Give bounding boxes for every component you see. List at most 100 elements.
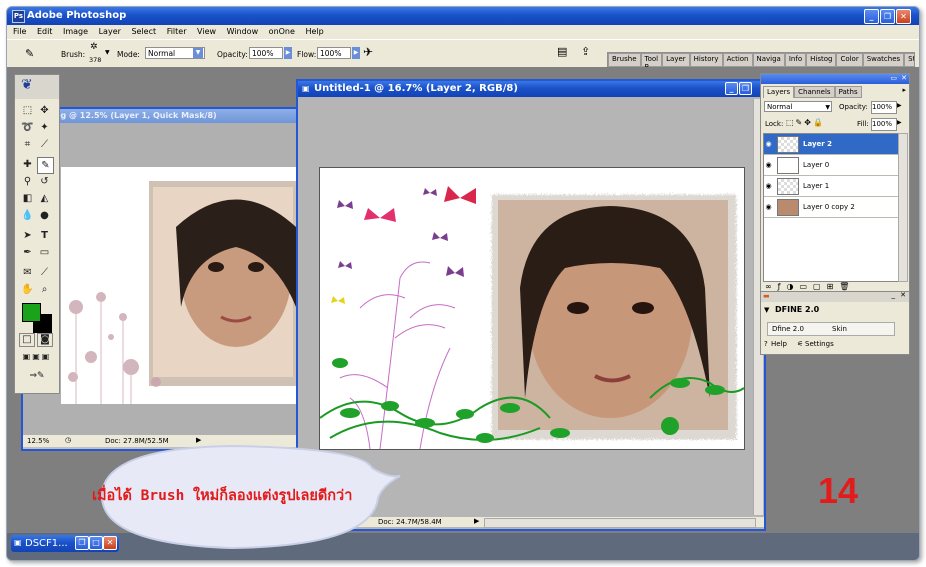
layer-row[interactable]: ◉ Layer 2 bbox=[764, 134, 898, 155]
standard-mode-icon[interactable]: □ bbox=[19, 333, 35, 347]
menu-file[interactable]: File bbox=[13, 27, 26, 36]
opacity-slider-arrow-icon[interactable]: ▶ bbox=[284, 47, 292, 59]
layers-panel-title-bar[interactable]: ▭ ✕ bbox=[761, 74, 909, 84]
status-menu-icon[interactable]: ◷ bbox=[65, 436, 71, 444]
layers-scrollbar[interactable] bbox=[898, 133, 908, 282]
eye-icon[interactable]: ◉ bbox=[764, 203, 773, 211]
notes-tool-icon[interactable]: ✉ bbox=[20, 265, 35, 280]
document-back-zoom[interactable]: 12.5% bbox=[27, 437, 49, 445]
menu-help[interactable]: Help bbox=[305, 27, 323, 36]
document-front-title-bar[interactable]: ▣ Untitled-1 @ 16.7% (Layer 2, RGB/8) _ … bbox=[298, 81, 764, 97]
close-button[interactable]: ✕ bbox=[896, 9, 911, 24]
brush-tool-icon[interactable]: ✎ bbox=[25, 47, 34, 60]
marquee-tool-icon[interactable]: ⬚ bbox=[20, 103, 35, 118]
lasso-tool-icon[interactable]: ➰ bbox=[20, 120, 35, 135]
fill-arrow-icon[interactable]: ▶ bbox=[897, 119, 902, 126]
eyedropper-tool-icon[interactable]: ⟋ bbox=[37, 265, 52, 280]
dfine-settings-link[interactable]: Settings bbox=[805, 340, 834, 348]
menu-filter[interactable]: Filter bbox=[167, 27, 187, 36]
crop-tool-icon[interactable]: ⌗ bbox=[20, 137, 35, 152]
dfine-title-bar[interactable]: ▬ _ ✕ bbox=[761, 291, 909, 302]
flow-input[interactable]: 100% bbox=[317, 47, 351, 59]
zoom-tool-icon[interactable]: ⌕ bbox=[37, 282, 52, 297]
menu-window[interactable]: Window bbox=[227, 27, 259, 36]
document-restore-button[interactable]: ❐ bbox=[739, 82, 752, 95]
eye-icon[interactable]: ◉ bbox=[764, 161, 773, 169]
eye-icon[interactable]: ◉ bbox=[764, 140, 773, 148]
document-minimize-button[interactable]: _ bbox=[725, 82, 738, 95]
well-tab-brushes[interactable]: Brushe bbox=[608, 53, 641, 67]
layers-opacity-input[interactable]: 100% bbox=[871, 101, 897, 114]
well-tab-navigator[interactable]: Naviga bbox=[752, 53, 785, 67]
menu-onone[interactable]: onOne bbox=[269, 27, 295, 36]
eraser-tool-icon[interactable]: ◧ bbox=[20, 191, 35, 206]
horizontal-scrollbar[interactable] bbox=[484, 518, 756, 528]
well-tab-history[interactable]: History bbox=[689, 53, 723, 67]
screen-mode-icons[interactable]: ▣▣▣ bbox=[19, 351, 55, 363]
dodge-tool-icon[interactable]: ● bbox=[37, 208, 52, 223]
panel-minimize-icon[interactable]: _ bbox=[892, 291, 896, 299]
minimize-button[interactable]: _ bbox=[864, 9, 879, 24]
mode-select[interactable]: Normal ▼ bbox=[145, 47, 205, 59]
move-tool-icon[interactable]: ✥ bbox=[37, 103, 52, 118]
well-tab-swatches[interactable]: Swatches bbox=[862, 53, 905, 67]
layer-row[interactable]: ◉ Layer 1 bbox=[764, 176, 898, 197]
hand-tool-icon[interactable]: ✋ bbox=[20, 282, 35, 297]
airbrush-icon[interactable]: ✈ bbox=[363, 45, 373, 59]
brush-dropdown-icon[interactable]: ▼ bbox=[105, 49, 110, 56]
menu-view[interactable]: View bbox=[197, 27, 216, 36]
document-window-back[interactable]: og @ 12.5% (Layer 1, Quick Mask/8) 12.5%… bbox=[21, 107, 315, 451]
brush-preset-icon[interactable]: ✲ bbox=[90, 42, 98, 52]
slice-tool-icon[interactable]: ⟋ bbox=[37, 137, 52, 152]
jump-to-imageready-icon[interactable]: ⇒✎ bbox=[19, 369, 55, 383]
file-browser-icon[interactable]: ▤ bbox=[557, 45, 567, 58]
help-icon[interactable]: ? bbox=[764, 340, 768, 348]
panel-minimize-icon[interactable]: ▭ bbox=[890, 74, 897, 82]
flow-slider-arrow-icon[interactable]: ▶ bbox=[352, 47, 360, 59]
well-tab-histogram[interactable]: Histog bbox=[806, 53, 837, 67]
menu-edit[interactable]: Edit bbox=[37, 27, 53, 36]
opacity-input[interactable]: 100% bbox=[249, 47, 283, 59]
well-tab-tool-presets[interactable]: Tool P bbox=[640, 53, 663, 67]
shape-tool-icon[interactable]: ▭ bbox=[37, 245, 52, 260]
healing-brush-tool-icon[interactable]: ✚ bbox=[20, 157, 35, 172]
magic-wand-tool-icon[interactable]: ✦ bbox=[37, 120, 52, 135]
quick-mask-mode-icon[interactable]: ◙ bbox=[37, 333, 53, 347]
menu-select[interactable]: Select bbox=[131, 27, 156, 36]
panel-close-icon[interactable]: ✕ bbox=[901, 74, 907, 82]
bridge-icon[interactable]: ⇪ bbox=[581, 45, 590, 58]
layer-row[interactable]: ◉ Layer 0 copy 2 bbox=[764, 197, 898, 218]
dfine-help-link[interactable]: Help bbox=[771, 340, 787, 348]
restore-button[interactable]: ❐ bbox=[880, 9, 895, 24]
clone-stamp-tool-icon[interactable]: ⚲ bbox=[20, 174, 35, 189]
document-back-title-bar[interactable]: og @ 12.5% (Layer 1, Quick Mask/8) bbox=[23, 109, 313, 123]
opacity-arrow-icon[interactable]: ▶ bbox=[897, 102, 902, 109]
settings-icon[interactable]: ⚟ bbox=[797, 340, 803, 348]
tab-layers[interactable]: Layers bbox=[763, 86, 795, 98]
well-tab-layer-comps[interactable]: Layer bbox=[662, 53, 690, 67]
blend-mode-select[interactable]: Normal ▼ bbox=[764, 101, 832, 112]
eye-icon[interactable]: ◉ bbox=[764, 182, 773, 190]
paint-bucket-tool-icon[interactable]: ◭ bbox=[37, 191, 52, 206]
menu-layer[interactable]: Layer bbox=[99, 27, 121, 36]
panel-close-icon[interactable]: ✕ bbox=[900, 291, 906, 299]
foreground-color-swatch-top[interactable] bbox=[22, 303, 41, 322]
well-tab-styles[interactable]: Styles bbox=[904, 53, 914, 67]
well-tab-color[interactable]: Color bbox=[836, 53, 863, 67]
layer-row[interactable]: ◉ Layer 0 bbox=[764, 155, 898, 176]
lock-icons[interactable]: ⬚✎✥🔒 bbox=[786, 118, 825, 127]
blur-tool-icon[interactable]: 💧 bbox=[20, 208, 35, 223]
panel-menu-icon[interactable]: ▸ bbox=[902, 86, 906, 94]
brush-tool-active-icon[interactable]: ✎ bbox=[37, 157, 54, 174]
fill-input[interactable]: 100% bbox=[871, 118, 897, 131]
pen-tool-icon[interactable]: ✒ bbox=[20, 245, 35, 260]
history-brush-tool-icon[interactable]: ↺ bbox=[37, 174, 52, 189]
status-arrow-icon[interactable]: ▶ bbox=[474, 517, 479, 525]
type-tool-icon[interactable]: T bbox=[37, 228, 52, 243]
dfine-row[interactable]: Dfine 2.0 Skin bbox=[767, 322, 895, 336]
well-tab-actions[interactable]: Action bbox=[722, 53, 753, 67]
tab-channels[interactable]: Channels bbox=[794, 86, 835, 98]
collapse-triangle-icon[interactable]: ▼ bbox=[764, 306, 769, 314]
well-tab-info[interactable]: Info bbox=[784, 53, 807, 67]
tab-paths[interactable]: Paths bbox=[834, 86, 862, 98]
